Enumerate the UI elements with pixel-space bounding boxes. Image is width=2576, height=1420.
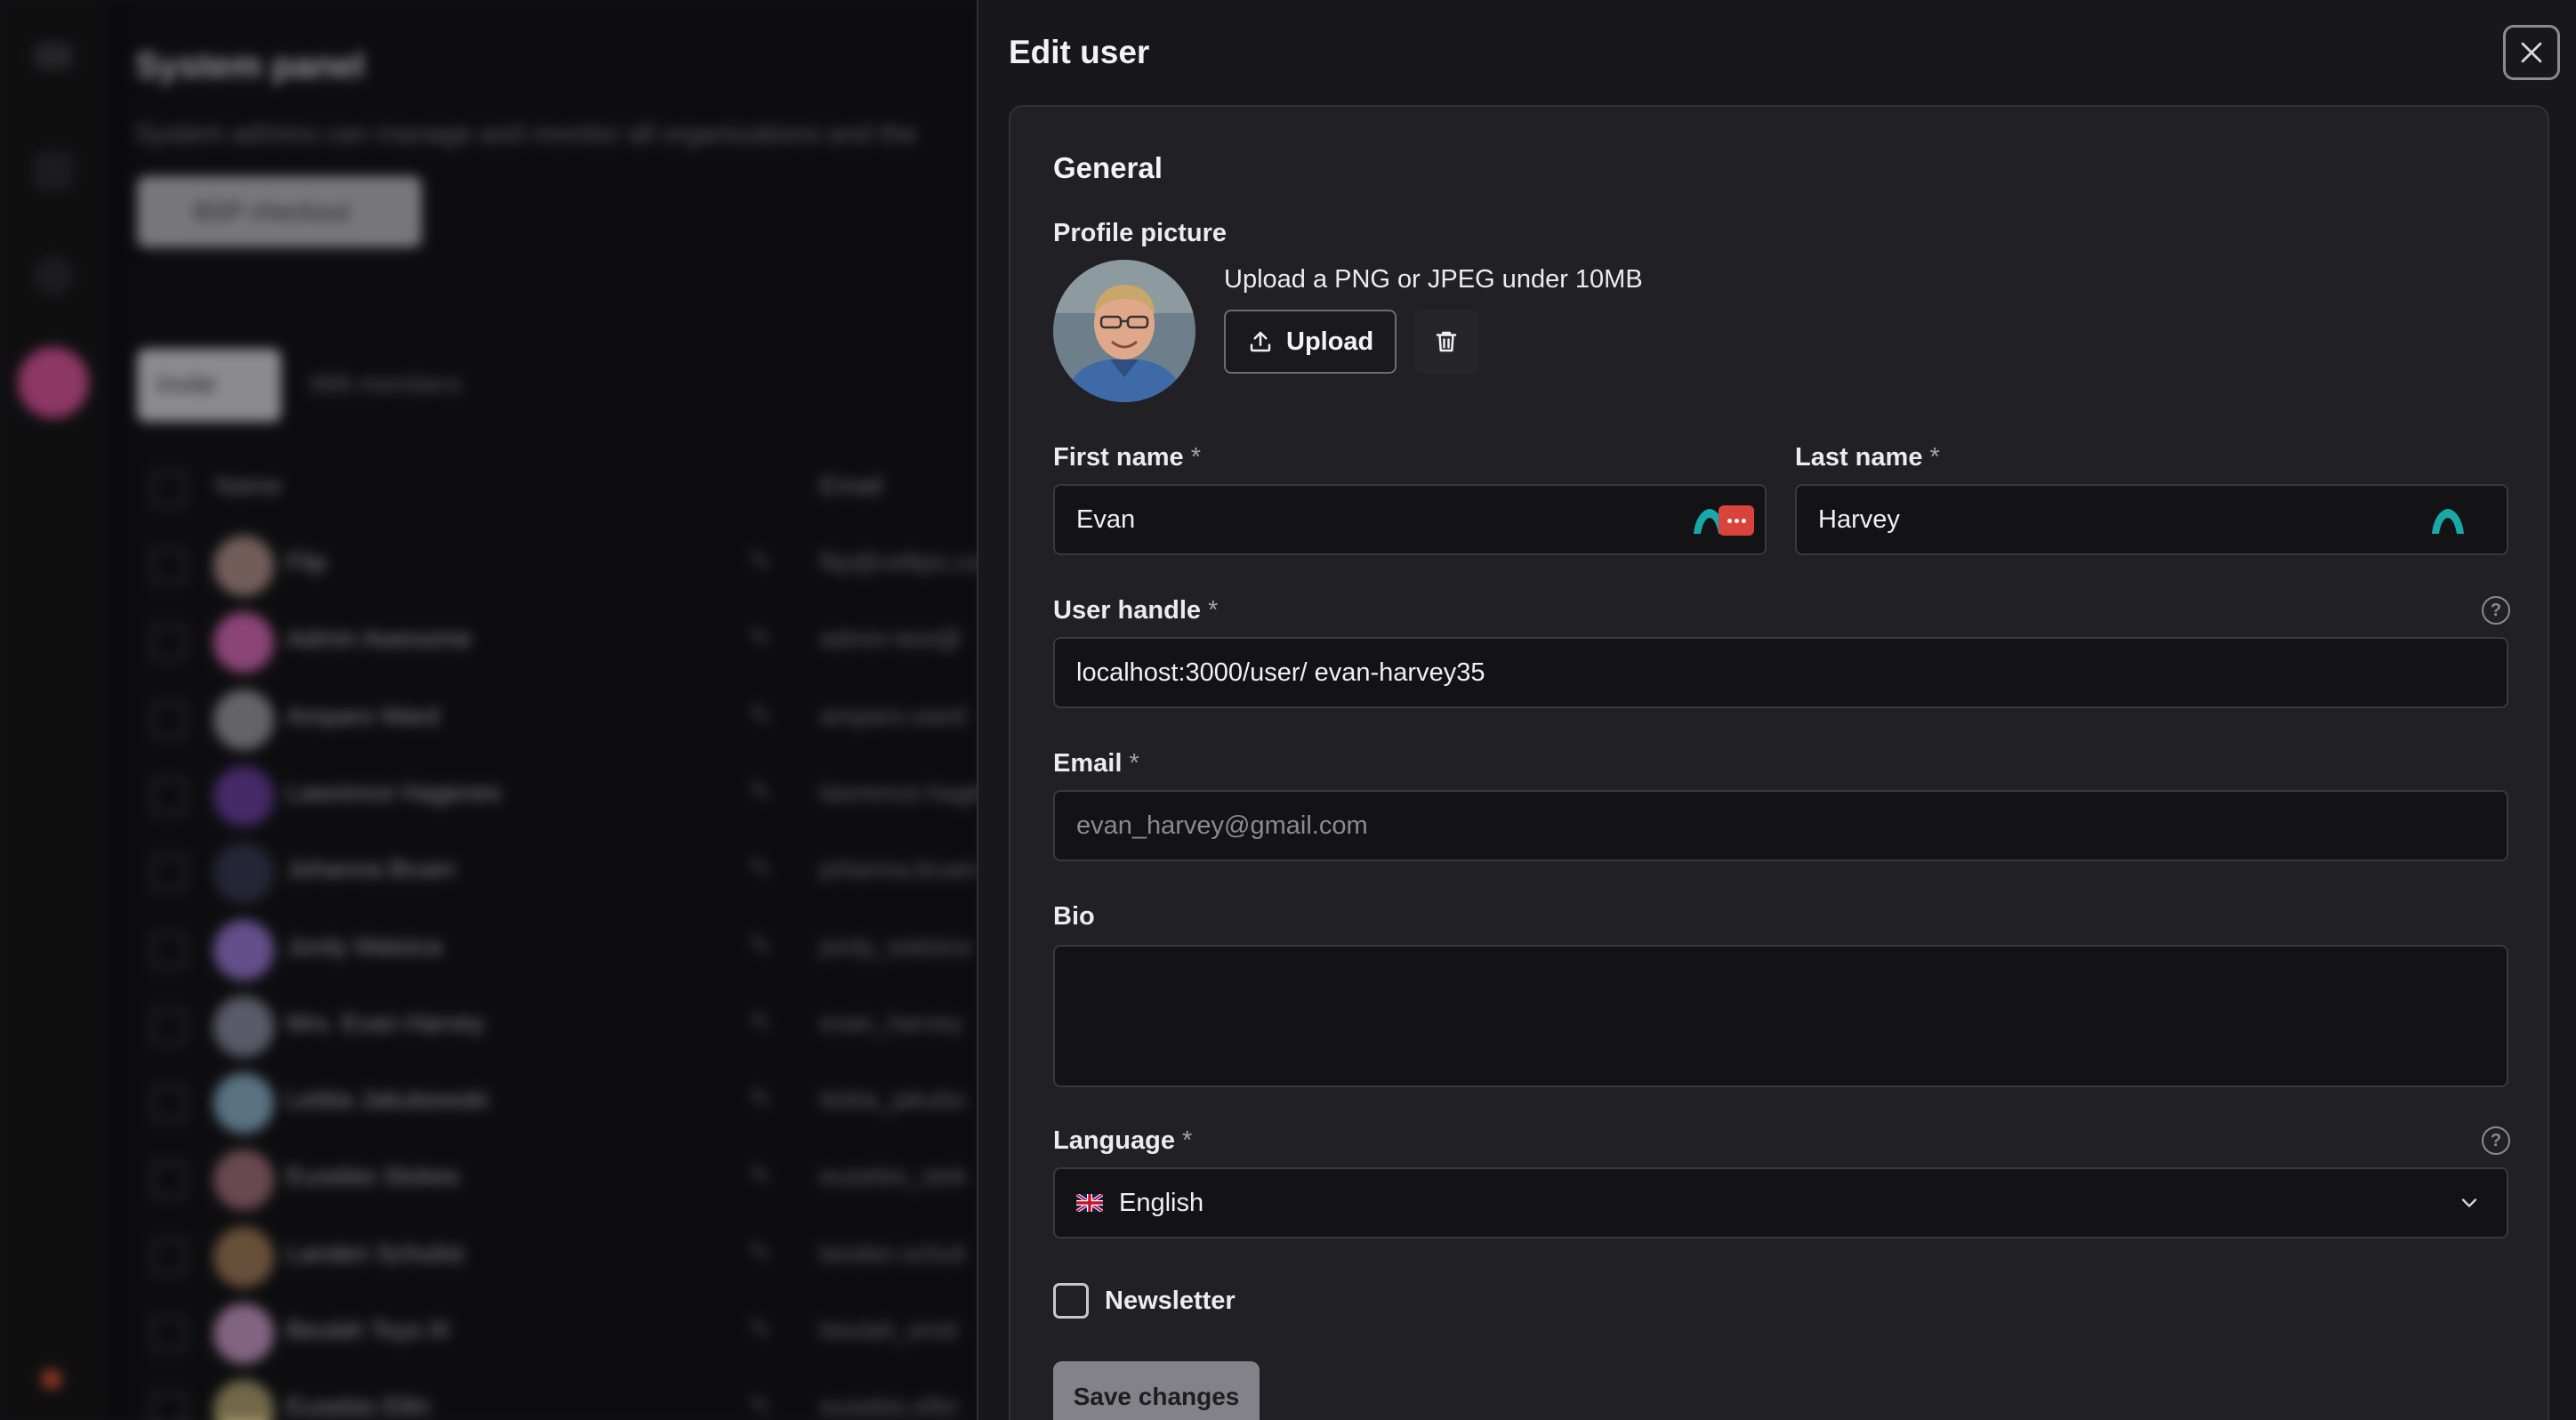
upload-button[interactable]: Upload <box>1224 310 1397 374</box>
panel-title: Edit user <box>1009 34 1150 70</box>
trash-icon <box>1436 331 1457 352</box>
email-label: Email * <box>1053 749 1139 778</box>
close-icon <box>2521 42 2542 63</box>
language-help-icon[interactable]: ? <box>2482 1126 2510 1155</box>
handle-value: evan-harvey35 <box>1314 658 1485 687</box>
autofill-icon[interactable] <box>2430 504 2466 537</box>
email-value: evan_harvey@gmail.com <box>1076 811 1368 840</box>
email-input[interactable]: evan_harvey@gmail.com <box>1053 790 2508 861</box>
upload-label: Upload <box>1286 327 1374 356</box>
section-title: General <box>1053 151 1163 184</box>
language-label: Language * <box>1053 1126 1193 1155</box>
password-manager-icon[interactable] <box>1719 505 1754 536</box>
chevron-down-icon <box>2461 1198 2477 1207</box>
first-name-label: First name * <box>1053 443 1202 472</box>
uk-flag-icon <box>1076 1194 1103 1212</box>
profile-picture-label: Profile picture <box>1053 219 1227 247</box>
last-name-input[interactable]: Harvey <box>1795 484 2508 555</box>
handle-prefix: localhost:3000/user/ <box>1076 658 1308 687</box>
user-handle-input[interactable]: localhost:3000/user/ evan-harvey35 <box>1053 637 2508 708</box>
profile-avatar <box>1053 260 1195 402</box>
upload-icon <box>1250 331 1271 352</box>
general-card: General Profile picture Upload a PNG or … <box>1009 105 2549 1420</box>
last-name-label: Last name * <box>1795 443 1940 472</box>
handle-help-icon[interactable]: ? <box>2482 596 2510 625</box>
delete-picture-button[interactable] <box>1414 310 1478 374</box>
first-name-input[interactable]: Evan <box>1053 484 1767 555</box>
upload-hint: Upload a PNG or JPEG under 10MB <box>1224 265 1643 294</box>
bio-textarea[interactable] <box>1053 945 2508 1087</box>
last-name-value: Harvey <box>1818 504 1900 534</box>
language-value: English <box>1119 1188 1204 1217</box>
overlay[interactable] <box>0 0 978 1420</box>
bio-label: Bio <box>1053 902 1095 931</box>
newsletter-label[interactable]: Newsletter <box>1105 1287 1236 1316</box>
save-changes-button[interactable]: Save changes <box>1053 1361 1260 1420</box>
newsletter-checkbox[interactable] <box>1053 1283 1089 1319</box>
first-name-value: Evan <box>1076 504 1136 534</box>
close-button[interactable] <box>2503 25 2560 80</box>
background-app: System panel System admins can manage an… <box>0 0 982 1420</box>
user-handle-label: User handle * <box>1053 596 1219 625</box>
language-select[interactable]: English <box>1053 1167 2508 1238</box>
edit-user-panel: Edit user General Profile picture Upload… <box>977 0 2576 1420</box>
